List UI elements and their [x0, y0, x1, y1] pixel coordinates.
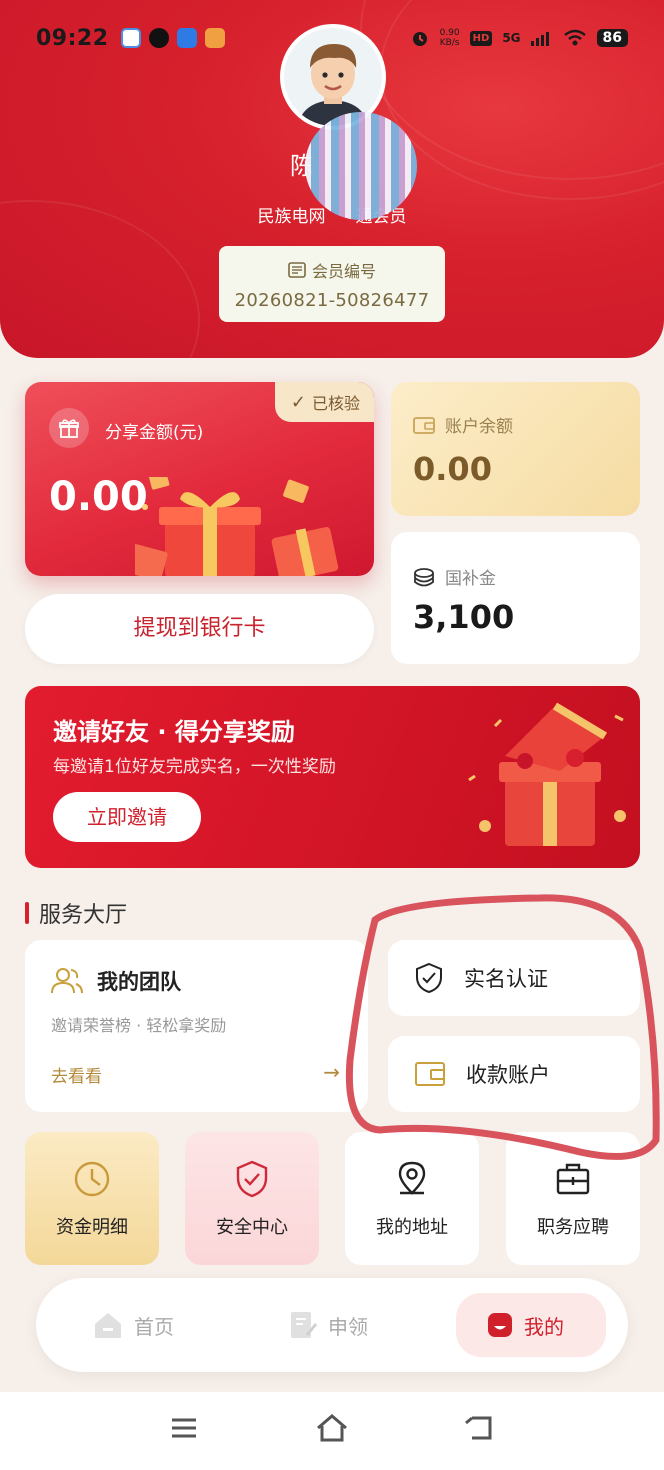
my-team-header: 我的团队: [51, 966, 181, 996]
invite-friends-banner[interactable]: 邀请好友 · 得分享奖励 每邀请1位好友完成实名，一次性奖励 立即邀请: [25, 686, 640, 868]
member-id-number: 20260821-50826477: [234, 290, 430, 311]
subsidy-title-row: 国补金: [413, 564, 496, 589]
tab-apply[interactable]: 申领: [288, 1300, 368, 1350]
clock-icon: [74, 1161, 110, 1196]
system-nav-bar: [0, 1392, 664, 1470]
verified-badge: ✓ 已核验: [274, 382, 374, 422]
id-card-icon: [288, 262, 306, 278]
profile-icon: [488, 1313, 512, 1337]
my-address-tile[interactable]: 我的地址: [345, 1132, 479, 1265]
team-icon: [51, 968, 83, 994]
hd-badge: HD: [469, 30, 493, 46]
edit-document-icon: [291, 1312, 317, 1338]
subsidy-title: 国补金: [445, 569, 496, 589]
speed-unit: KB/s: [439, 38, 460, 48]
member-id-box: 会员编号 20260821-50826477: [219, 246, 445, 322]
avatar-icon: [284, 28, 382, 126]
signal-icon: [530, 32, 549, 46]
message-icon: [176, 28, 197, 48]
coins-icon: [414, 567, 434, 586]
check-icon: ✓: [290, 391, 306, 413]
fund-details-label: 资金明细: [56, 1216, 128, 1238]
invite-subtitle: 每邀请1位好友完成实名，一次性奖励: [53, 757, 336, 777]
profile-header: 09:22 0.90 KB/s HD 5G 86 陈 民族电网 通会员 会员编号…: [0, 0, 664, 358]
network-speed: 0.90 KB/s: [440, 28, 460, 48]
briefcase-icon: [556, 1163, 590, 1194]
home-icon: [95, 1313, 121, 1338]
section-title-label: 服务大厅: [39, 903, 128, 928]
gift-boxes-illustration: [135, 477, 339, 576]
my-team-card[interactable]: 我的团队 邀请荣誉榜 · 轻松拿奖励 去看看 →: [25, 940, 368, 1112]
tab-mine-label: 我的: [524, 1314, 564, 1339]
my-team-title: 我的团队: [97, 970, 181, 994]
shield-check-icon: [236, 1160, 268, 1197]
tab-home-label: 首页: [134, 1314, 174, 1339]
status-time: 09:22: [36, 25, 109, 51]
invite-now-button[interactable]: 立即邀请: [53, 792, 201, 842]
subsidy-value: 3,100: [413, 598, 515, 636]
tab-home[interactable]: 首页: [92, 1300, 174, 1350]
notification-icons: [120, 28, 225, 48]
app-notification-icon: [120, 28, 141, 48]
payee-account-button[interactable]: 收款账户: [388, 1036, 640, 1112]
gift-icon: [49, 408, 89, 448]
privacy-mask: [305, 112, 417, 220]
real-name-auth-label: 实名认证: [464, 967, 548, 991]
speed-value: 0.90: [439, 28, 460, 38]
security-center-label: 安全中心: [216, 1216, 288, 1238]
location-pin-icon: [398, 1161, 426, 1195]
verified-label: 已核验: [311, 394, 360, 413]
member-type-prefix: 民族电网: [257, 207, 326, 227]
account-balance-value: 0.00: [413, 450, 492, 488]
qq-icon: [148, 28, 169, 48]
real-name-auth-button[interactable]: 实名认证: [388, 940, 640, 1016]
security-center-tile[interactable]: 安全中心: [185, 1132, 319, 1265]
back-icon[interactable]: [462, 1412, 496, 1444]
withdraw-to-bank-button[interactable]: 提现到银行卡: [25, 594, 374, 664]
alarm-icon: [412, 32, 427, 46]
shield-check-icon: [416, 962, 442, 994]
home-nav-icon[interactable]: [314, 1412, 350, 1444]
wallet-icon: [415, 1062, 445, 1086]
invite-title: 邀请好友 · 得分享奖励: [53, 718, 295, 746]
wallet-icon: [413, 416, 435, 434]
section-title: 服务大厅: [25, 897, 127, 929]
member-id-label: 会员编号: [311, 262, 376, 281]
share-amount-value: 0.00: [49, 474, 148, 520]
bottom-tab-bar: 首页 申领 我的: [36, 1278, 628, 1372]
status-right: 0.90 KB/s HD 5G 86: [410, 28, 628, 48]
share-amount-card[interactable]: ✓ 已核验 分享金额(元) 0.00: [25, 382, 374, 576]
national-subsidy-card[interactable]: 国补金 3,100: [391, 532, 640, 664]
gift-box-illustration: [468, 702, 626, 846]
job-application-tile[interactable]: 职务应聘: [506, 1132, 640, 1265]
menu-icon[interactable]: [168, 1412, 200, 1444]
member-id-label-row: 会员编号: [219, 258, 445, 282]
my-team-link[interactable]: 去看看: [51, 1062, 102, 1087]
battery-level: 86: [596, 29, 628, 47]
wifi-icon: [563, 29, 586, 46]
section-bar: [25, 902, 29, 924]
account-balance-title: 账户余额: [445, 417, 513, 437]
share-amount-title: 分享金额(元): [105, 423, 204, 443]
arrow-right-icon[interactable]: →: [323, 1060, 340, 1084]
account-balance-card[interactable]: 账户余额 0.00: [391, 382, 640, 516]
job-application-label: 职务应聘: [537, 1216, 609, 1238]
account-balance-title-row: 账户余额: [413, 412, 513, 437]
tab-mine[interactable]: 我的: [456, 1293, 606, 1357]
app-notification-icon: [204, 28, 225, 48]
payee-account-label: 收款账户: [466, 1063, 550, 1087]
fund-details-tile[interactable]: 资金明细: [25, 1132, 159, 1265]
my-team-subtitle: 邀请荣誉榜 · 轻松拿奖励: [51, 1016, 227, 1035]
network-type: 5G: [502, 31, 521, 45]
tab-apply-label: 申领: [328, 1314, 368, 1339]
my-address-label: 我的地址: [376, 1216, 448, 1238]
